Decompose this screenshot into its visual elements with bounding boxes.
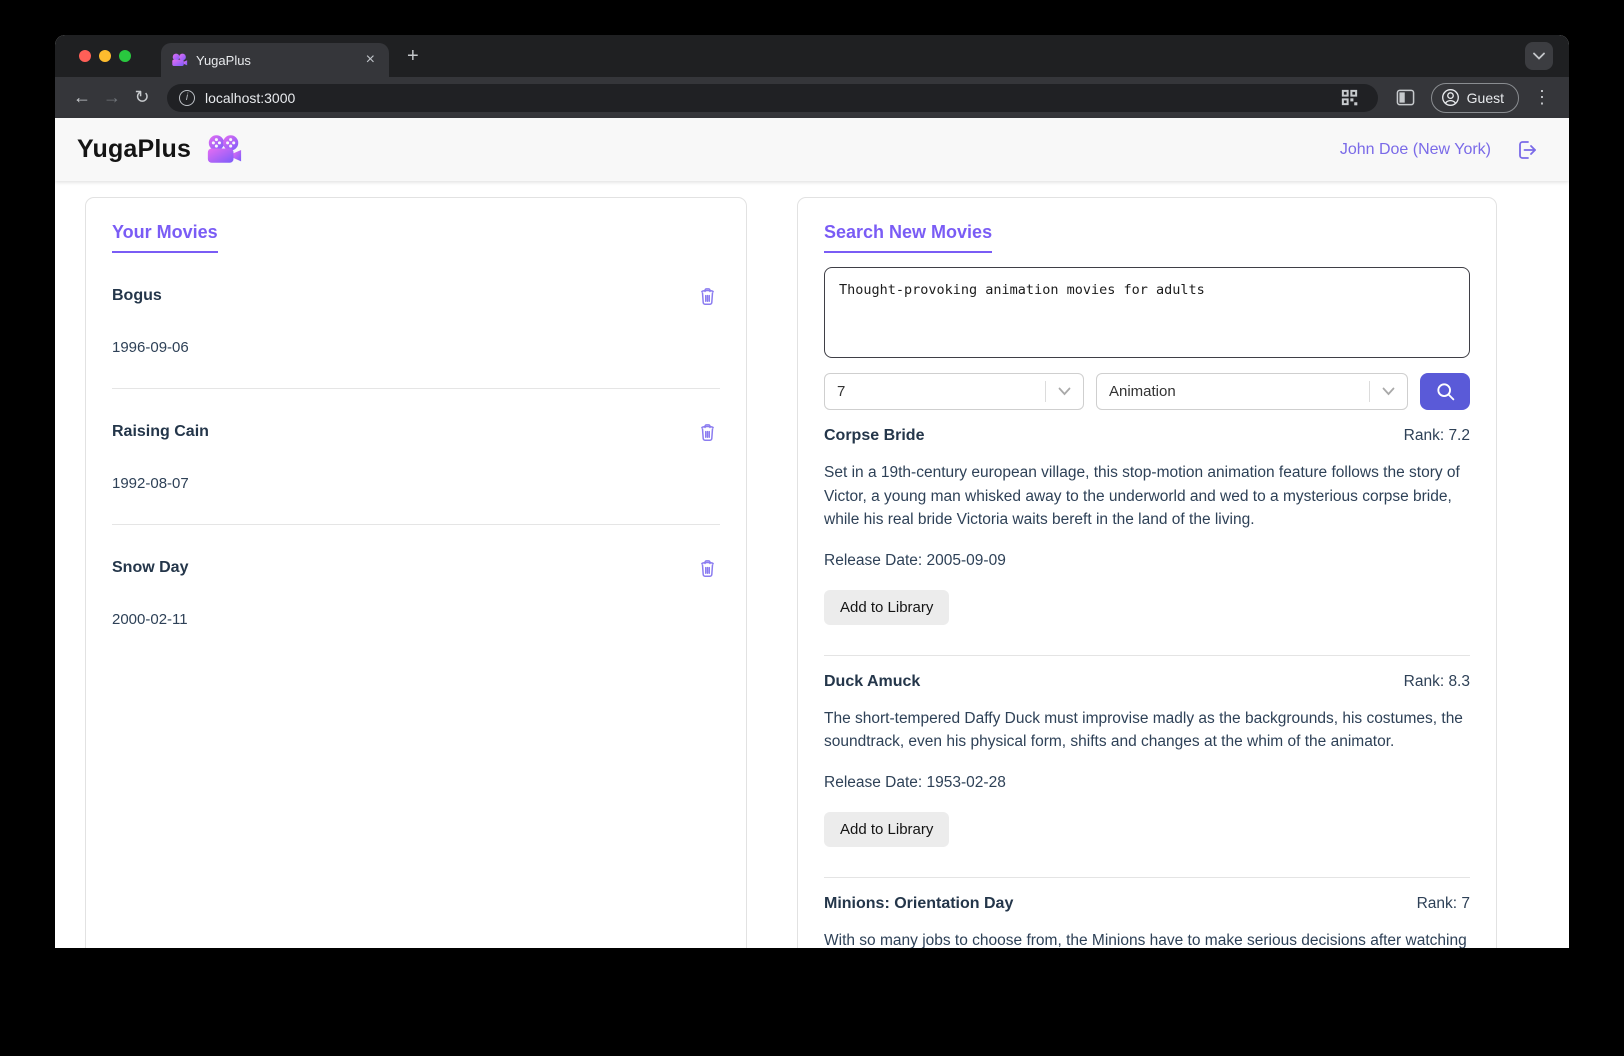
result-title: Duck Amuck <box>824 673 920 691</box>
person-icon <box>1441 88 1460 107</box>
qr-code-icon[interactable] <box>1333 89 1366 106</box>
site-info-icon[interactable]: i <box>179 90 195 106</box>
delete-movie-button[interactable] <box>695 555 720 581</box>
search-results-list: Corpse Bride Rank: 7.2 Set in a 19th-cen… <box>824 427 1470 948</box>
chevron-down-icon <box>1370 387 1407 396</box>
user-profile-link[interactable]: John Doe (New York) <box>1340 141 1491 159</box>
browser-window: YugaPlus × + ← → ↻ i localhost:3000 <box>55 35 1569 948</box>
search-result-item: Corpse Bride Rank: 7.2 Set in a 19th-cen… <box>824 427 1470 656</box>
divider <box>824 655 1470 656</box>
logout-icon[interactable] <box>1515 138 1539 162</box>
delete-movie-button[interactable] <box>695 283 720 309</box>
magnifier-icon <box>1435 381 1456 402</box>
app-header: YugaPlus John Doe (New York) <box>55 118 1569 181</box>
result-release-date: Release Date: 2005-09-09 <box>824 552 1470 570</box>
result-title: Minions: Orientation Day <box>824 895 1013 913</box>
app-title: YugaPlus <box>77 135 191 164</box>
reload-button[interactable]: ↻ <box>127 83 157 113</box>
result-title: Corpse Bride <box>824 427 924 445</box>
your-movies-panel: Your Movies Bogus 1996-09-06 Raising Cai… <box>85 197 747 948</box>
chevron-down-icon <box>1046 387 1083 396</box>
add-to-library-button[interactable]: Add to Library <box>824 590 949 625</box>
search-result-item: Duck Amuck Rank: 8.3 The short-tempered … <box>824 673 1470 878</box>
delete-movie-button[interactable] <box>695 419 720 445</box>
fullscreen-window-button[interactable] <box>119 50 131 62</box>
result-description: The short-tempered Daffy Duck must impro… <box>824 707 1470 754</box>
movie-title: Raising Cain <box>112 423 209 441</box>
trash-icon <box>697 421 718 443</box>
profile-button[interactable]: Guest <box>1431 83 1519 113</box>
search-controls: 7 Animation <box>824 373 1470 410</box>
trash-icon <box>697 285 718 307</box>
back-button[interactable]: ← <box>67 83 97 113</box>
library-movie-item: Snow Day 2000-02-11 <box>112 555 720 628</box>
search-panel: Search New Movies Thought-provoking anim… <box>797 197 1497 948</box>
your-movies-list: Bogus 1996-09-06 Raising Cain <box>112 283 720 628</box>
screen: YugaPlus × + ← → ↻ i localhost:3000 <box>0 0 1624 1056</box>
result-release-date: Release Date: 1953-02-28 <box>824 774 1470 792</box>
main-content: Your Movies Bogus 1996-09-06 Raising Cai… <box>55 181 1569 948</box>
search-query-input[interactable]: Thought-provoking animation movies for a… <box>824 267 1470 358</box>
browser-tab-strip: YugaPlus × + <box>55 35 1569 77</box>
rank-select[interactable]: 7 <box>824 373 1084 410</box>
forward-button[interactable]: → <box>97 83 127 113</box>
library-movie-item: Bogus 1996-09-06 <box>112 283 720 389</box>
movie-camera-favicon-icon <box>171 53 188 67</box>
movie-release-date: 1996-09-06 <box>112 339 720 356</box>
address-text: localhost:3000 <box>205 90 1333 106</box>
window-controls <box>79 50 131 62</box>
address-bar[interactable]: i localhost:3000 <box>167 84 1378 112</box>
movie-release-date: 2000-02-11 <box>112 611 720 628</box>
library-movie-item: Raising Cain 1992-08-07 <box>112 419 720 525</box>
result-rank: Rank: 8.3 <box>1404 673 1470 691</box>
browser-toolbar: ← → ↻ i localhost:3000 <box>55 77 1569 118</box>
movie-title: Bogus <box>112 287 162 305</box>
tab-search-button[interactable] <box>1525 42 1553 70</box>
movie-release-date: 1992-08-07 <box>112 475 720 492</box>
result-rank: Rank: 7.2 <box>1404 427 1470 445</box>
side-panel-button[interactable] <box>1388 88 1423 107</box>
chevron-down-icon <box>1533 52 1545 60</box>
your-movies-heading: Your Movies <box>112 222 218 253</box>
close-window-button[interactable] <box>79 50 91 62</box>
new-tab-button[interactable]: + <box>399 43 427 70</box>
category-select[interactable]: Animation <box>1096 373 1408 410</box>
result-rank: Rank: 7 <box>1417 895 1470 913</box>
movie-camera-icon <box>205 134 243 165</box>
add-to-library-button[interactable]: Add to Library <box>824 812 949 847</box>
search-heading: Search New Movies <box>824 222 992 253</box>
search-button[interactable] <box>1420 373 1470 410</box>
tab-close-icon[interactable]: × <box>362 50 379 70</box>
minimize-window-button[interactable] <box>99 50 111 62</box>
movie-title: Snow Day <box>112 559 188 577</box>
divider <box>112 524 720 525</box>
browser-menu-button[interactable]: ⋮ <box>1527 87 1557 108</box>
result-description: With so many jobs to choose from, the Mi… <box>824 929 1470 948</box>
divider <box>824 877 1470 878</box>
divider <box>112 388 720 389</box>
result-description: Set in a 19th-century european village, … <box>824 461 1470 532</box>
tab-title: YugaPlus <box>196 53 362 68</box>
browser-tab[interactable]: YugaPlus × <box>161 43 389 77</box>
trash-icon <box>697 557 718 579</box>
profile-label: Guest <box>1467 90 1504 106</box>
search-result-item: Minions: Orientation Day Rank: 7 With so… <box>824 895 1470 948</box>
